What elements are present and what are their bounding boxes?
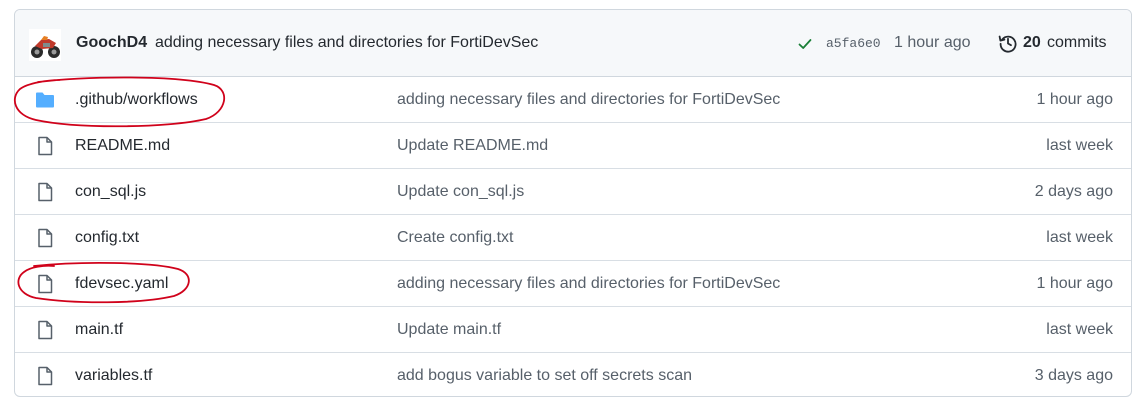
file-row[interactable]: main.tf Update main.tf last week: [15, 307, 1131, 353]
commit-message[interactable]: adding necessary files and directories f…: [155, 34, 538, 52]
file-age: 1 hour ago: [1036, 275, 1113, 292]
file-row[interactable]: con_sql.js Update con_sql.js 2 days ago: [15, 169, 1131, 215]
file-commit-message[interactable]: Create config.txt: [397, 229, 514, 247]
file-commit-message[interactable]: adding necessary files and directories f…: [397, 91, 780, 109]
file-commit-message[interactable]: Update con_sql.js: [397, 183, 524, 201]
commit-author[interactable]: GoochD4: [76, 34, 147, 52]
file-row[interactable]: fdevsec.yaml adding necessary files and …: [15, 261, 1131, 307]
commits-label[interactable]: commits: [1047, 34, 1107, 52]
file-row[interactable]: README.md Update README.md last week: [15, 123, 1131, 169]
file-commit-message[interactable]: add bogus variable to set off secrets sc…: [397, 367, 692, 385]
commit-sha[interactable]: a5fa6e0: [826, 36, 881, 51]
file-age: last week: [1046, 229, 1113, 246]
folder-icon: [36, 92, 54, 108]
file-name[interactable]: config.txt: [75, 229, 139, 247]
latest-commit-bar: GoochD4 adding necessary files and direc…: [15, 10, 1131, 77]
avatar[interactable]: [29, 29, 61, 61]
file-commit-message[interactable]: adding necessary files and directories f…: [397, 275, 780, 293]
file-row[interactable]: config.txt Create config.txt last week: [15, 215, 1131, 261]
file-row[interactable]: .github/workflows adding necessary files…: [15, 77, 1131, 123]
file-name[interactable]: fdevsec.yaml: [75, 275, 168, 293]
commit-time: 1 hour ago: [894, 34, 971, 51]
check-icon[interactable]: [797, 36, 813, 52]
file-age: last week: [1046, 321, 1113, 338]
file-icon: [38, 274, 53, 294]
commit-count[interactable]: 20: [1023, 34, 1041, 52]
file-age: last week: [1046, 137, 1113, 154]
file-name[interactable]: README.md: [75, 137, 170, 155]
file-commit-message[interactable]: Update main.tf: [397, 321, 501, 339]
file-name[interactable]: variables.tf: [75, 367, 152, 385]
file-name[interactable]: main.tf: [75, 321, 123, 339]
file-age: 2 days ago: [1034, 183, 1113, 200]
file-age: 3 days ago: [1034, 367, 1113, 384]
file-browser: GoochD4 adding necessary files and direc…: [14, 9, 1132, 397]
history-icon[interactable]: [998, 33, 1018, 53]
file-age: 1 hour ago: [1036, 91, 1113, 108]
file-name[interactable]: con_sql.js: [75, 183, 146, 201]
file-commit-message[interactable]: Update README.md: [397, 137, 548, 155]
file-icon: [38, 182, 53, 202]
file-icon: [38, 228, 53, 248]
file-name[interactable]: .github/workflows: [75, 91, 198, 109]
file-icon: [38, 366, 53, 386]
file-list: .github/workflows adding necessary files…: [15, 77, 1131, 396]
file-icon: [38, 320, 53, 340]
file-row[interactable]: variables.tf add bogus variable to set o…: [15, 353, 1131, 396]
file-icon: [38, 136, 53, 156]
